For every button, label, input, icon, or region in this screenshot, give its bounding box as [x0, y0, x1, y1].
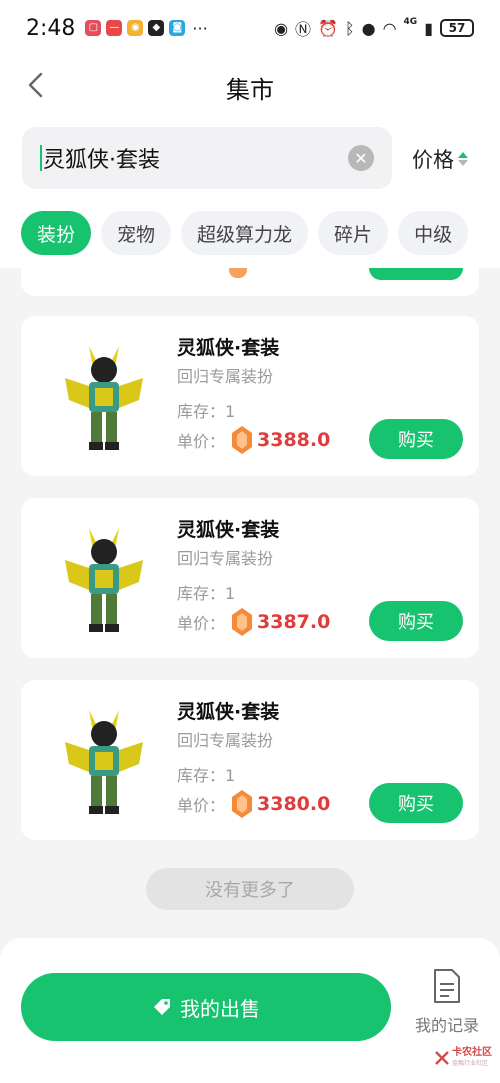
qq-icon: ◆: [148, 20, 165, 36]
category-tabs: 装扮 宠物 超级算力龙 碎片 中级: [0, 198, 500, 268]
price-sort-button[interactable]: 价格: [412, 144, 468, 174]
price-row: 单价： 3388.0: [177, 425, 330, 455]
gem-icon: [232, 790, 253, 818]
watermark-subtext: 金融行业社区: [452, 1060, 489, 1067]
text-cursor: [40, 145, 42, 171]
kanong-logo-icon: [435, 1050, 449, 1065]
end-of-list-indicator: 没有更多了: [146, 868, 354, 910]
my-sales-label: 我的出售: [180, 996, 260, 1021]
tab-outfit[interactable]: 装扮: [21, 211, 92, 255]
fox-hero-avatar: [65, 710, 143, 814]
price-label: 单价：: [177, 796, 226, 815]
product-price: 3380.0: [257, 793, 331, 815]
tab-super-dragon[interactable]: 超级算力龙: [181, 211, 309, 255]
watermark-text: 卡农社区: [452, 1047, 492, 1058]
search-row: 灵狐侠·套装 ✕ 价格: [0, 118, 500, 198]
tab-intermediate[interactable]: 中级: [398, 211, 469, 255]
tab-pets[interactable]: 宠物: [101, 211, 172, 255]
top-bar: 集市: [0, 56, 500, 118]
battery-indicator: 57: [440, 19, 474, 37]
search-input[interactable]: 灵狐侠·套装 ✕: [22, 127, 392, 189]
product-name: 灵狐侠·套装: [177, 701, 280, 723]
chat-app-icon: ◙: [169, 20, 186, 36]
list-item[interactable]: 灵狐侠·套装 回归专属装扮 库存：1 单价： 3380.0 购买: [21, 680, 479, 840]
product-subtitle: 回归专属装扮: [177, 731, 274, 750]
sort-arrows-icon: [458, 152, 468, 166]
product-price: 3387.0: [257, 611, 331, 633]
product-price: 3388.0: [257, 429, 331, 451]
location-icon: ●: [361, 18, 376, 38]
status-bar: 2:48 ▢ — ◉ ◆ ◙ ··· ◉ Ⓝ ⏰ ᛒ ● ◠ 4G ▮ 57: [0, 0, 500, 56]
fox-hero-avatar: [65, 346, 143, 450]
nfc-icon: Ⓝ: [295, 20, 312, 39]
fox-hero-avatar: [65, 528, 143, 632]
notification-icons: ▢ — ◉ ◆ ◙ ···: [85, 18, 208, 38]
wifi-icon: ◠: [382, 18, 397, 38]
product-list: 灵狐侠·套装 回归专属装扮 库存：1 单价： 3388.0 购买 灵狐侠·套装: [21, 268, 479, 862]
my-records-label: 我的记录: [414, 1016, 479, 1035]
weibo-icon: ◉: [127, 20, 144, 36]
buy-button[interactable]: [369, 268, 463, 280]
page-title: 集市: [226, 76, 274, 104]
app-notification-icon: ▢: [85, 20, 102, 36]
buy-button[interactable]: 购买: [369, 783, 463, 823]
tag-icon: [154, 999, 170, 1015]
more-notifications-icon: ···: [192, 18, 208, 38]
price-label: 单价：: [177, 614, 226, 633]
alarm-icon: ⏰: [318, 18, 338, 38]
list-item-partial: [21, 268, 479, 296]
list-item[interactable]: 灵狐侠·套装 回归专属装扮 库存：1 单价： 3388.0 购买: [21, 316, 479, 476]
price-sort-label: 价格: [412, 148, 454, 172]
status-time: 2:48: [26, 15, 76, 41]
gem-icon: [232, 426, 253, 454]
price-row: 单价： 3380.0: [177, 789, 330, 819]
my-sales-button[interactable]: 我的出售: [21, 973, 391, 1041]
watermark: 卡农社区 金融行业社区: [435, 1048, 492, 1067]
system-icons: ◉ Ⓝ ⏰ ᛒ ● ◠ 4G ▮ 57: [274, 16, 474, 40]
product-stock: 库存：1: [177, 584, 236, 603]
clear-search-icon[interactable]: ✕: [348, 145, 374, 171]
bottom-bar: 我的出售 我的记录 卡农社区 金融行业社区: [0, 938, 500, 1083]
product-stock: 库存：1: [177, 766, 236, 785]
document-icon: [434, 969, 460, 1003]
product-subtitle: 回归专属装扮: [177, 549, 274, 568]
bluetooth-icon: ᛒ: [344, 18, 355, 38]
price-row: 单价： 3387.0: [177, 607, 330, 637]
product-name: 灵狐侠·套装: [177, 519, 280, 541]
gem-icon: [232, 608, 253, 636]
price-label: 单价：: [177, 432, 226, 451]
buy-button[interactable]: 购买: [369, 419, 463, 459]
product-name: 灵狐侠·套装: [177, 337, 280, 359]
tab-fragments[interactable]: 碎片: [318, 211, 389, 255]
network-type: 4G: [403, 17, 418, 27]
my-records-button[interactable]: 我的记录: [410, 968, 484, 1036]
product-subtitle: 回归专属装扮: [177, 367, 274, 386]
product-stock: 库存：1: [177, 402, 236, 421]
buy-button[interactable]: 购买: [369, 601, 463, 641]
signal-icon: ▮: [424, 18, 433, 38]
search-query: 灵狐侠·套装: [43, 148, 160, 173]
gem-icon: [229, 268, 247, 278]
list-item[interactable]: 灵狐侠·套装 回归专属装扮 库存：1 单价： 3387.0 购买: [21, 498, 479, 658]
app-notification-icon: —: [106, 20, 123, 36]
eye-icon: ◉: [274, 18, 289, 38]
